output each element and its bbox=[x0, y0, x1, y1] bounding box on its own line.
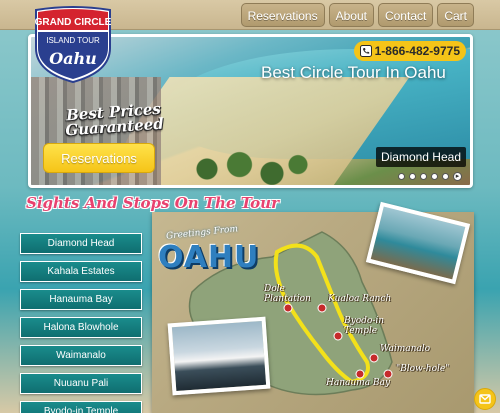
hero-title: Best Circle Tour In Oahu bbox=[261, 63, 446, 82]
slide-dot-5[interactable] bbox=[442, 173, 449, 180]
nav-reservations[interactable]: Reservations bbox=[240, 3, 325, 27]
stop-halona-blowhole[interactable]: Halona Blowhole bbox=[20, 317, 142, 338]
map-pin-waimanalo[interactable] bbox=[369, 353, 379, 363]
stops-list: Diamond Head Kahala Estates Hanauma Bay … bbox=[20, 233, 142, 413]
next-slide-icon[interactable]: ▸ bbox=[453, 172, 462, 181]
nav-cart[interactable]: Cart bbox=[437, 3, 474, 27]
logo-line-2: ISLAND TOUR bbox=[46, 36, 100, 45]
section-title: Sights And Stops On The Tour bbox=[26, 194, 279, 212]
stop-nuuanu-pali[interactable]: Nuuanu Pali bbox=[20, 373, 142, 394]
chat-icon bbox=[479, 394, 491, 404]
stop-byodo-in-temple[interactable]: Byodo-in Temple bbox=[20, 401, 142, 413]
map-pin-hanauma[interactable] bbox=[355, 369, 365, 379]
label-byodo-in-temple: Byodo-in Temple bbox=[344, 316, 385, 336]
label-dole-plantation: Dole Plantation bbox=[264, 284, 311, 304]
slide-dots: ▸ bbox=[398, 172, 462, 181]
slide-dot-1[interactable] bbox=[398, 173, 405, 180]
slide-dot-2[interactable] bbox=[409, 173, 416, 180]
slide-dot-3[interactable] bbox=[420, 173, 427, 180]
logo-line-1: GRAND CIRCLE bbox=[35, 17, 112, 28]
map-pin-dole[interactable] bbox=[283, 303, 293, 313]
label-blowhole: "Blow-hole" bbox=[396, 364, 450, 374]
stop-kahala-estates[interactable]: Kahala Estates bbox=[20, 261, 142, 282]
map-island-title: OAHU bbox=[158, 240, 260, 275]
main-nav: Reservations About Contact Cart bbox=[240, 3, 474, 27]
phone-badge[interactable]: 1-866-482-9775 bbox=[353, 41, 466, 61]
stop-hanauma-bay[interactable]: Hanauma Bay bbox=[20, 289, 142, 310]
label-waimanalo: Waimanalo bbox=[380, 344, 431, 354]
chat-button[interactable] bbox=[474, 388, 496, 410]
label-hanauma-bay: Hanauma Bay bbox=[326, 378, 390, 388]
logo-line-3: Oahu bbox=[49, 49, 97, 68]
nav-contact[interactable]: Contact bbox=[377, 3, 434, 27]
hero-reservations-button[interactable]: Reservations bbox=[43, 143, 155, 173]
hero-palm-trees bbox=[181, 147, 311, 185]
slide-caption: Diamond Head bbox=[375, 147, 466, 167]
map-pin-byodo[interactable] bbox=[333, 331, 343, 341]
grand-circle-logo[interactable]: GRAND CIRCLE ISLAND TOUR Oahu bbox=[30, 6, 116, 84]
stop-waimanalo[interactable]: Waimanalo bbox=[20, 345, 142, 366]
map-pin-blowhole[interactable] bbox=[383, 369, 393, 379]
nav-about[interactable]: About bbox=[328, 3, 374, 27]
slide-dot-4[interactable] bbox=[431, 173, 438, 180]
label-kualoa-ranch: Kualoa Ranch bbox=[328, 294, 392, 304]
phone-number: 1-866-482-9775 bbox=[374, 44, 460, 58]
stop-diamond-head[interactable]: Diamond Head bbox=[20, 233, 142, 254]
best-prices-badge: Best Prices Guaranteed bbox=[64, 99, 165, 140]
map-pin-kualoa[interactable] bbox=[317, 303, 327, 313]
phone-icon bbox=[359, 45, 372, 57]
blowhole-photo bbox=[167, 316, 271, 396]
